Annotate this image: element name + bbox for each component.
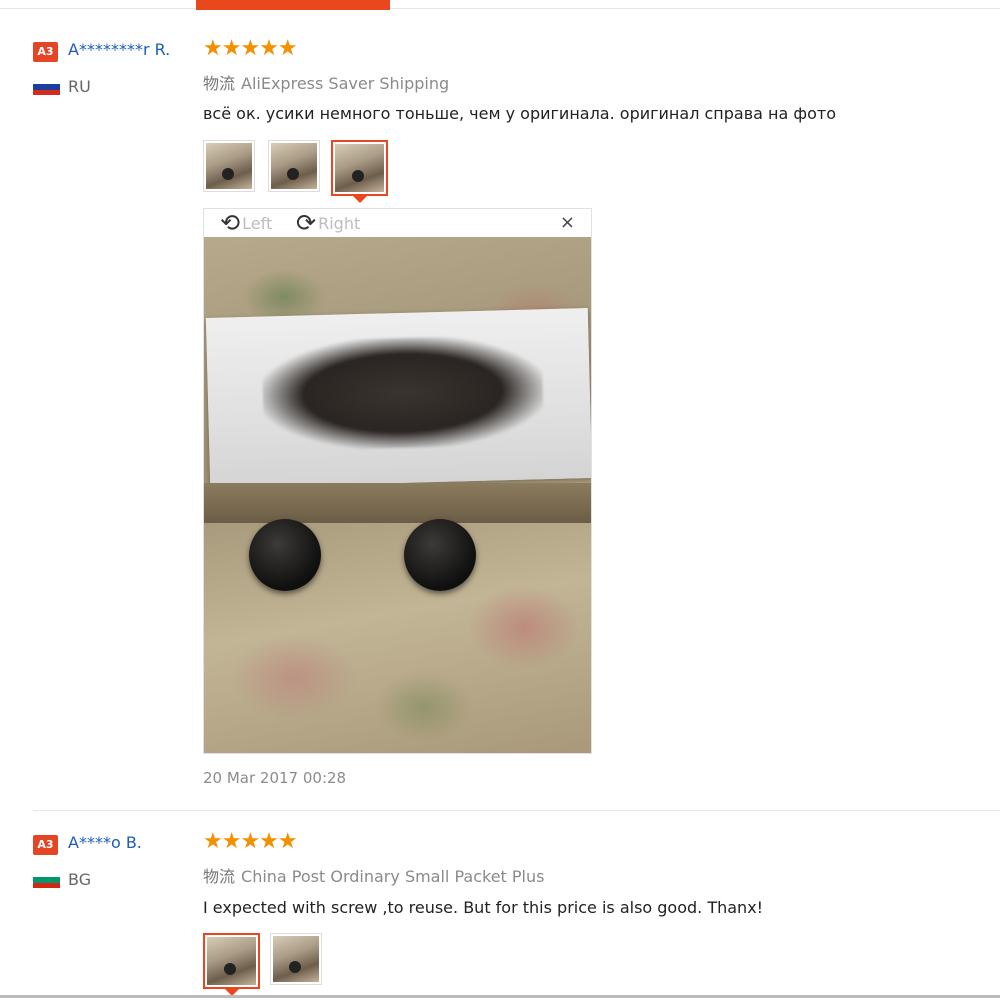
shipping-method: China Post Ordinary Small Packet Plus [241,867,545,886]
review-photo-thumb[interactable] [203,140,255,192]
selected-thumb-pointer [352,196,367,203]
photo-viewer: ⟲ Left ⟳ Right × [203,208,592,754]
photo-clip-left [249,519,321,591]
star-rating: ★★★★★ [203,829,298,854]
photo-shelf [204,483,591,523]
reviewer-name-link[interactable]: A********r R. [68,40,170,59]
review-photo-thumb-active[interactable] [203,933,260,996]
close-icon[interactable]: × [560,213,575,233]
shipping-label: 物流 [203,867,236,886]
avatar-badge: A3 [33,42,58,62]
photo-clip-right [404,519,476,591]
country-code: BG [68,870,92,889]
photo-viewer-toolbar: ⟲ Left ⟳ Right × [204,209,591,237]
country-flag-icon [33,872,60,888]
review-photo-thumb[interactable] [270,933,322,985]
shipping-label: 物流 [203,74,236,93]
rotate-right-icon: ⟳ [296,209,317,237]
review-photo-thumb[interactable] [268,140,320,192]
star-rating: ★★★★★ [203,36,298,61]
country-code: RU [68,77,91,96]
reviewer-name-link[interactable]: A****o B. [68,833,142,852]
page-bottom-edge [0,995,1000,998]
tab-bar-rule [0,8,1000,9]
review-text: I expected with screw ,to reuse. But for… [203,898,764,917]
top-tab-bar [0,0,1000,10]
rotate-left-label: Left [242,213,273,233]
rotate-right-button[interactable]: ⟳ Right [296,209,360,237]
photo-plastic-bag [205,308,591,488]
active-tab-indicator[interactable] [196,0,390,10]
avatar-badge: A3 [33,835,58,855]
rotate-left-icon: ⟲ [220,209,241,237]
review-photo-thumb-active[interactable] [331,140,388,203]
rotate-right-label: Right [318,213,361,233]
review-divider [33,810,1000,811]
review-text: всё ок. усики немного тоньше, чем у ориг… [203,104,836,123]
shipping-info: 物流 China Post Ordinary Small Packet Plus [203,863,544,887]
shipping-info: 物流 AliExpress Saver Shipping [203,70,449,94]
rotate-left-button[interactable]: ⟲ Left [220,209,272,237]
review-date: 20 Mar 2017 00:28 [203,769,347,787]
shipping-method: AliExpress Saver Shipping [241,74,450,93]
review-photo-large [204,237,591,753]
country-flag-icon [33,79,60,95]
